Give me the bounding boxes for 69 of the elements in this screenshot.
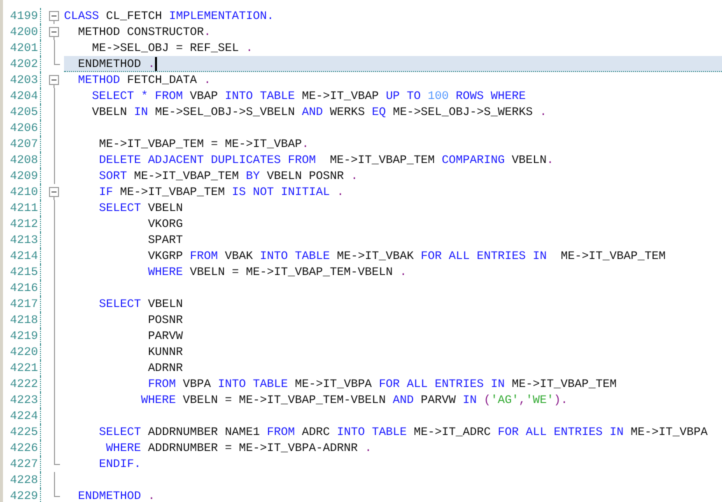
fold-guide-line (54, 40, 55, 56)
line-number: 4217 (3, 296, 41, 312)
fold-collapse-icon[interactable] (49, 72, 60, 88)
code-line: VBELN IN ME->SEL_OBJ->S_VBELN AND WERKS EQ ME->SEL_OBJ->S_WERKS . (90, 104, 547, 120)
code-line: ENDMETHOD . (76, 488, 155, 502)
line-number: 4227 (3, 456, 41, 472)
code-line: SPART (146, 232, 183, 248)
code-line: IF ME->IT_VBAP_TEM IS NOT INITIAL . (98, 184, 344, 200)
line-number: 4222 (3, 376, 41, 392)
line-number: 4208 (3, 152, 41, 168)
code-line: PARVW (146, 328, 183, 344)
line-number: 4215 (3, 264, 41, 280)
code-line: SORT ME->IT_VBAP_TEM BY VBELN POSNR . (98, 168, 358, 184)
line-number: 4202 (3, 56, 41, 72)
code-line: WHERE VBELN = ME->IT_VBAP_TEM-VBELN . (146, 264, 407, 280)
line-number: 4226 (3, 440, 41, 456)
line-number: 4204 (3, 88, 41, 104)
line-number: 4228 (3, 472, 41, 488)
line-number: 4201 (3, 40, 41, 56)
line-number: 4219 (3, 328, 41, 344)
code-line: SELECT VBELN (98, 296, 183, 312)
fold-collapse-icon[interactable] (49, 24, 60, 40)
code-editor[interactable] (0, 0, 722, 502)
code-line: SELECT VBELN (98, 200, 183, 216)
code-line: VKGRP FROM VBAK INTO TABLE ME->IT_VBAK FOR ALL ENTRIES IN ME->IT_VBAP_TEM (146, 248, 666, 264)
line-number: 4199 (3, 8, 41, 24)
line-number: 4221 (3, 360, 41, 376)
line-number: 4218 (3, 312, 41, 328)
code-line: WHERE ADDRNUMBER = ME->IT_VBPA-ADRNR . (104, 440, 372, 456)
line-number: 4216 (3, 280, 41, 296)
code-line: SELECT ADDRNUMBER NAME1 FROM ADRC INTO TABLE ME->IT_ADRC FOR ALL ENTRIES IN ME->IT_VBPA (98, 424, 708, 440)
code-line: ME->SEL_OBJ = REF_SEL . (90, 40, 253, 56)
line-number: 4205 (3, 104, 41, 120)
line-number: 4209 (3, 168, 41, 184)
line-number: 4207 (3, 136, 41, 152)
code-line: ADRNR (146, 360, 183, 376)
fold-end-icon (54, 488, 60, 497)
line-number: 4212 (3, 216, 41, 232)
code-line: WHERE VBELN = ME->IT_VBAP_TEM-VBELN AND PARVW IN ('AG','WE'). (140, 392, 568, 408)
fold-end-icon (54, 56, 60, 65)
code-line: KUNNR (146, 344, 183, 360)
line-number: 4213 (3, 232, 41, 248)
code-line: METHOD CONSTRUCTOR. (76, 24, 211, 40)
code-line: ENDMETHOD . (76, 56, 155, 72)
line-number: 4223 (3, 392, 41, 408)
fold-collapse-icon[interactable] (49, 184, 60, 200)
code-line: CLASS CL_FETCH IMPLEMENTATION. (64, 8, 274, 24)
fold-collapse-icon[interactable] (49, 8, 60, 24)
line-number: 4211 (3, 200, 41, 216)
code-line: SELECT * FROM VBAP INTO TABLE ME->IT_VBAP UP TO 100 ROWS WHERE (90, 88, 526, 104)
line-number: 4220 (3, 344, 41, 360)
text-cursor (154, 56, 157, 70)
code-line: ENDIF. (98, 456, 141, 472)
line-number: 4206 (3, 120, 41, 136)
line-number: 4225 (3, 424, 41, 440)
code-line: FROM VBPA INTO TABLE ME->IT_VBPA FOR ALL ENTRIES IN ME->IT_VBAP_TEM (146, 376, 617, 392)
line-number: 4214 (3, 248, 41, 264)
line-number: 4229 (3, 488, 41, 502)
code-line: VKORG (146, 216, 183, 232)
code-line: METHOD FETCH_DATA . (76, 72, 211, 88)
line-number: 4224 (3, 408, 41, 424)
line-number: 4210 (3, 184, 41, 200)
line-number: 4203 (3, 72, 41, 88)
fold-end-icon (54, 456, 60, 465)
fold-guide-line (54, 472, 55, 488)
code-line: ME->IT_VBAP_TEM = ME->IT_VBAP. (98, 136, 309, 152)
code-line: POSNR (146, 312, 183, 328)
code-line: DELETE ADJACENT DUPLICATES FROM ME->IT_VBAP_TEM COMPARING VBELN. (98, 152, 554, 168)
line-number: 4200 (3, 24, 41, 40)
